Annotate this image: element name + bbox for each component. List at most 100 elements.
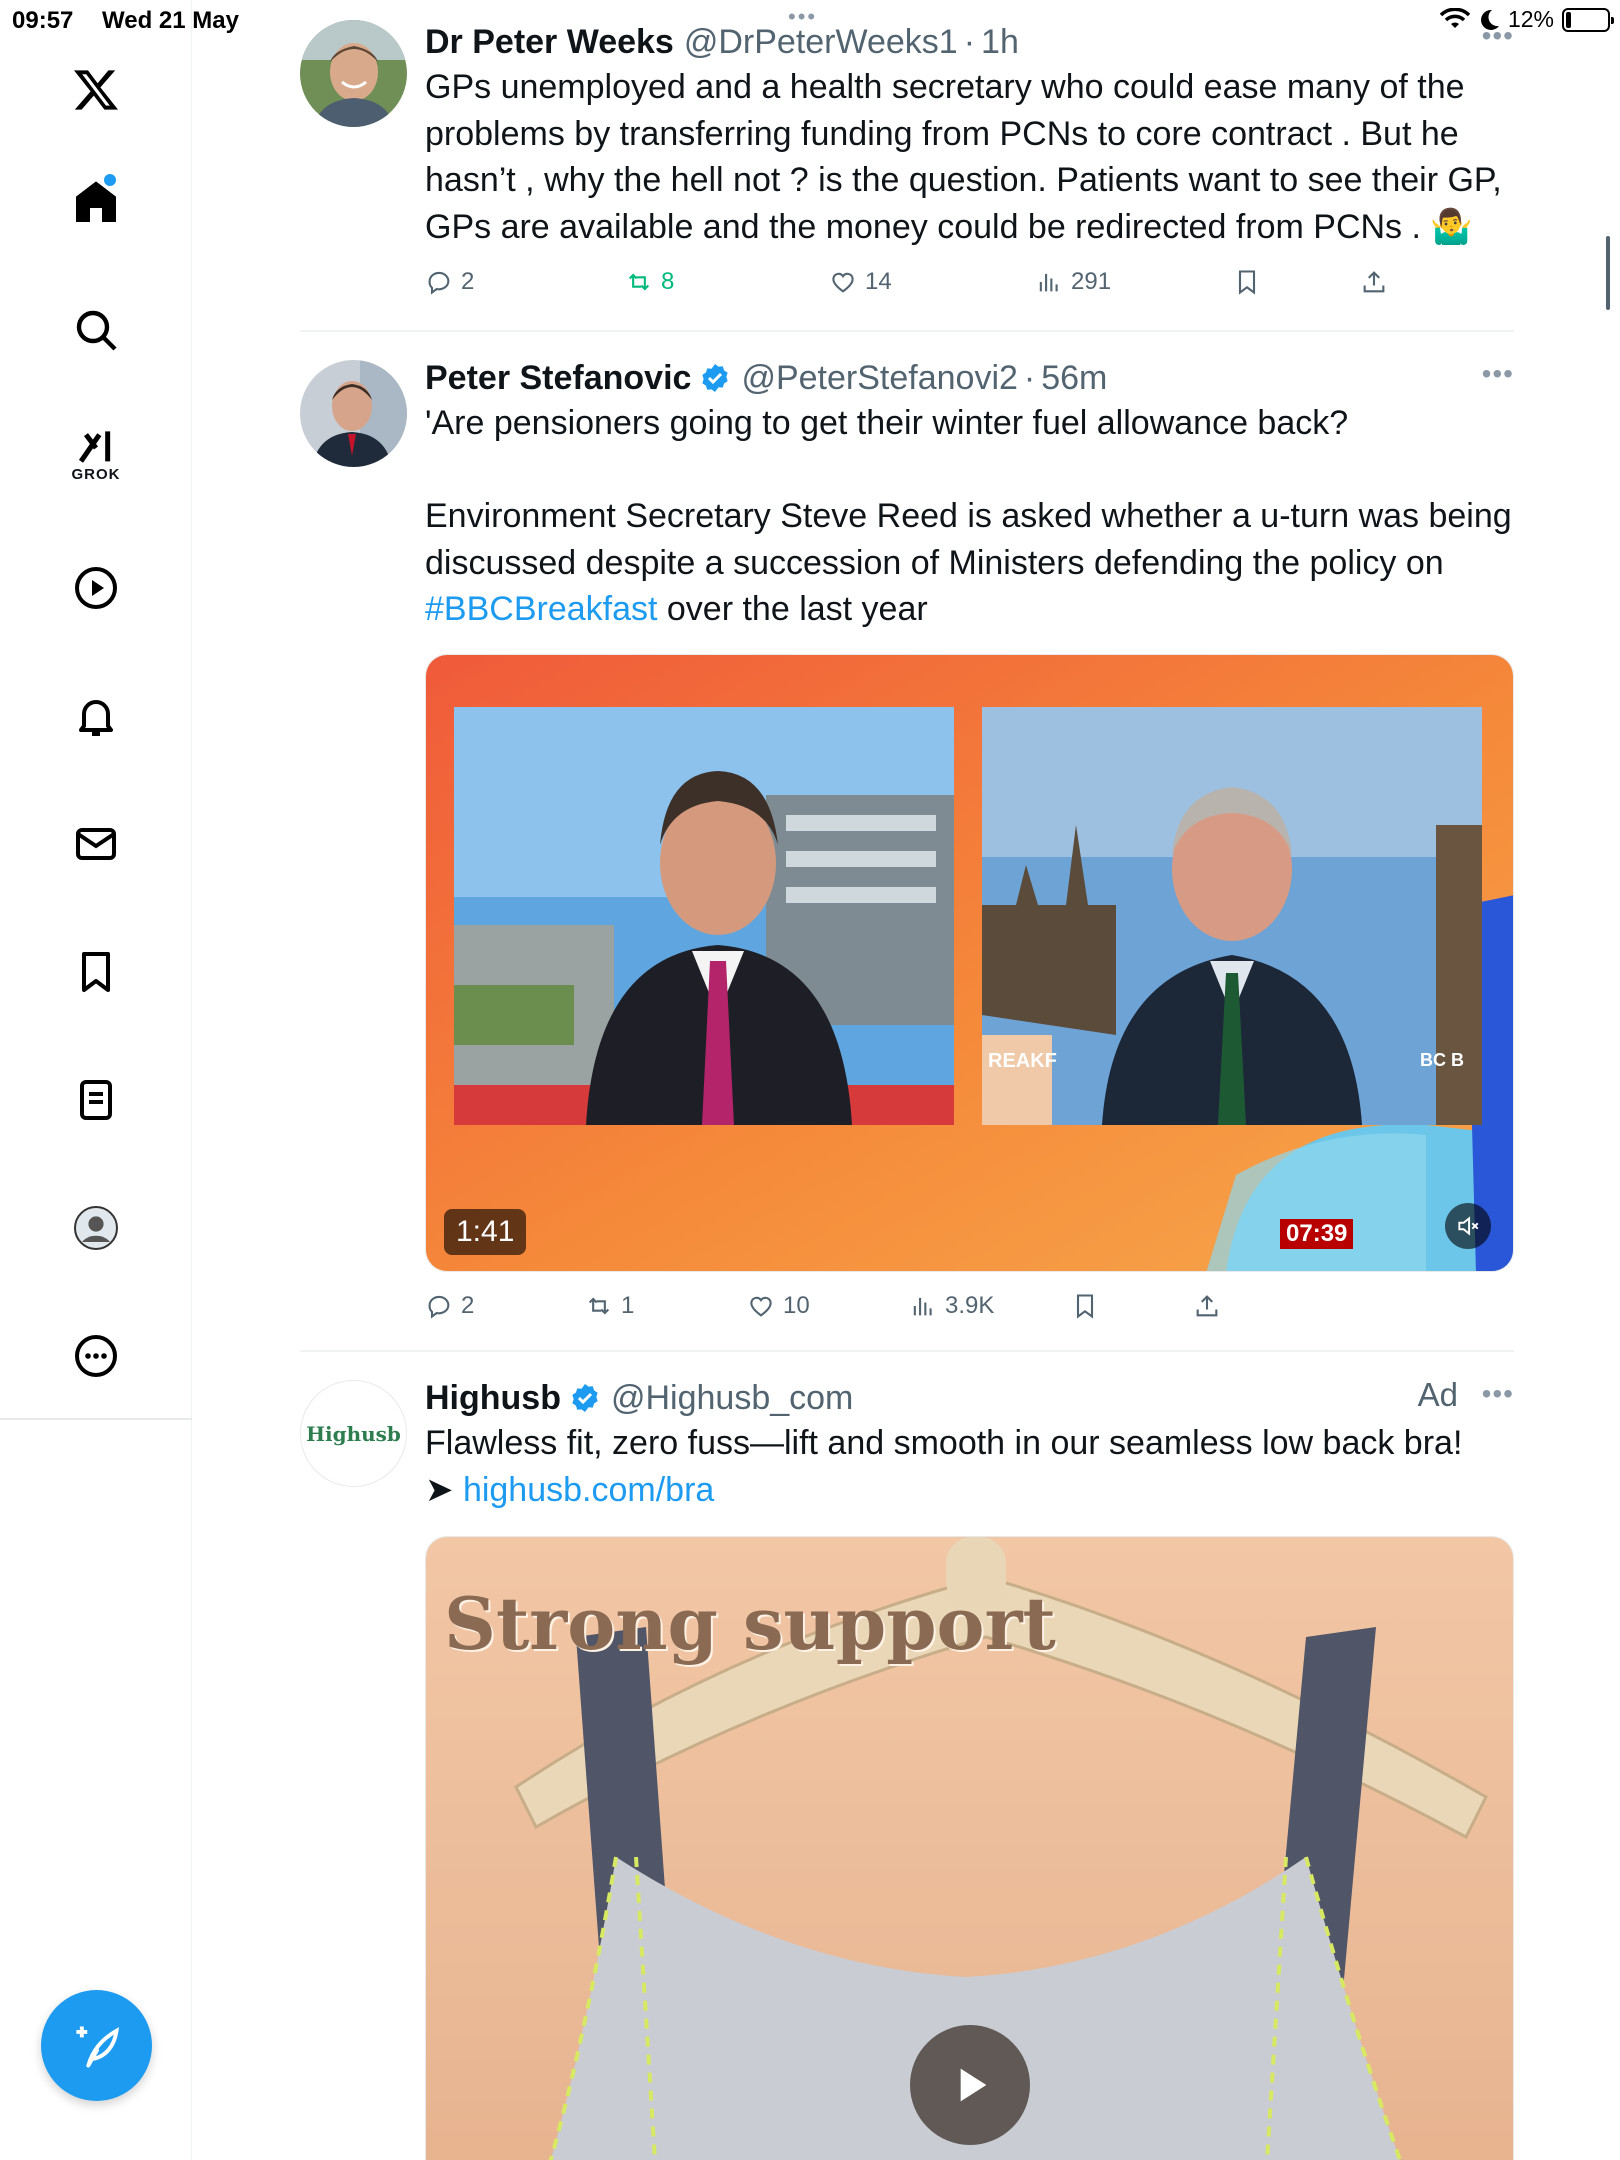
battery-level xyxy=(1566,11,1571,28)
author-name[interactable]: Highusb xyxy=(425,1379,561,1418)
repost-icon xyxy=(588,1297,610,1315)
ad-tweet[interactable]: Highusb Highusb @Highusb_com Ad ••• Flaw… xyxy=(300,1376,1514,2160)
tweet-time[interactable]: 1h xyxy=(981,23,1019,62)
tweet-more-icon[interactable]: ••• xyxy=(1482,1378,1514,1410)
tweet-text-line: hasn’t , why the hell not ? is the quest… xyxy=(425,161,1502,199)
repost-count: 1 xyxy=(621,1292,635,1319)
envelope-icon[interactable] xyxy=(56,804,136,884)
tweet-text-line: problems by transferring funding from PC… xyxy=(425,114,1459,153)
tweet-header: Highusb @Highusb_com xyxy=(425,1376,1514,1420)
author-name[interactable]: Peter Stefanovic xyxy=(425,359,691,398)
avatar[interactable] xyxy=(300,20,407,127)
share-button[interactable] xyxy=(1193,1292,1221,1320)
tweet-separator xyxy=(300,1350,1514,1352)
reply-icon xyxy=(428,271,450,295)
reply-count: 2 xyxy=(461,1292,475,1319)
more-options-icon[interactable] xyxy=(56,1316,136,1396)
reply-button[interactable]: 2 xyxy=(425,268,474,296)
grok-label: GROK xyxy=(71,465,121,483)
video-player[interactable]: 1:41 07:39 REAKF BC B xyxy=(425,654,1514,1272)
tweet-actions: 2 1 10 3.9K xyxy=(425,1292,1514,1332)
verified-badge-icon xyxy=(572,1384,598,1412)
bookmark-button[interactable] xyxy=(1071,1292,1099,1320)
bookmark-icon[interactable] xyxy=(56,932,136,1012)
reply-button[interactable]: 2 xyxy=(425,1292,474,1320)
ad-video[interactable]: Strong support xyxy=(425,1536,1514,2160)
tweet[interactable]: Dr Peter Weeks @DrPeterWeeks1 · 1h ••• G… xyxy=(300,20,1514,330)
tweet-more-icon[interactable]: ••• xyxy=(1482,20,1514,52)
author-name[interactable]: Dr Peter Weeks xyxy=(425,23,674,62)
tweet-text-line: Flawless fit, zero fuss—lift and smooth … xyxy=(425,1424,1463,1462)
separator-dot: · xyxy=(963,22,976,61)
ad-link[interactable]: highusb.com/bra xyxy=(463,1471,714,1509)
battery-percent: 12% xyxy=(1507,6,1554,32)
tweet-text-line: GPs unemployed and a health secretary wh… xyxy=(425,68,1465,106)
tweet[interactable]: Peter Stefanovic @PeterStefanovi2 · 56m … xyxy=(300,356,1514,1346)
author-handle[interactable]: @DrPeterWeeks1 xyxy=(684,23,958,62)
views-chart-icon xyxy=(1039,273,1058,292)
tweet-text: 'Are pensioners going to get their winte… xyxy=(425,400,1514,633)
tweet-separator xyxy=(300,330,1514,332)
play-button[interactable] xyxy=(910,2025,1030,2145)
tweet-text-line: ➤ highusb.com/bra xyxy=(425,1467,1514,1514)
reply-icon xyxy=(428,1295,450,1319)
verified-badge-icon xyxy=(702,364,729,392)
view-count: 291 xyxy=(1071,268,1112,295)
home-icon[interactable] xyxy=(56,162,136,242)
video-caption-text: REAKF xyxy=(988,1050,1057,1072)
brand-logo-text: Highusb xyxy=(306,1421,401,1446)
profile-avatar-icon[interactable] xyxy=(56,1188,136,1268)
reply-count: 2 xyxy=(461,268,475,295)
tweet-time[interactable]: 56m xyxy=(1041,359,1107,398)
list-icon[interactable] xyxy=(56,1060,136,1140)
bookmark-icon xyxy=(1238,270,1256,295)
mute-button[interactable] xyxy=(1445,1203,1491,1249)
author-handle[interactable]: @Highusb_com xyxy=(611,1379,853,1418)
bookmark-button[interactable] xyxy=(1233,268,1261,296)
share-icon xyxy=(1363,271,1385,293)
views-button[interactable]: 291 xyxy=(1035,268,1111,296)
sidebar: GROK xyxy=(0,0,192,2160)
repost-icon xyxy=(628,273,650,291)
author-handle[interactable]: @PeterStefanovi2 xyxy=(741,359,1017,398)
search-icon[interactable] xyxy=(56,290,136,370)
like-button[interactable]: 10 xyxy=(747,1292,810,1320)
heart-icon xyxy=(832,272,854,293)
heart-icon xyxy=(750,1296,772,1317)
views-button[interactable]: 3.9K xyxy=(909,1292,994,1320)
ad-label: Ad xyxy=(1417,1376,1458,1413)
avatar[interactable]: Highusb xyxy=(300,1380,407,1487)
like-button[interactable]: 14 xyxy=(829,268,892,296)
bookmark-icon xyxy=(1076,1294,1094,1319)
x-logo-icon[interactable] xyxy=(56,50,136,130)
repost-button[interactable]: 1 xyxy=(585,1292,634,1320)
bell-icon[interactable] xyxy=(56,676,136,756)
arrow-glyph: ➤ xyxy=(425,1470,463,1509)
compose-button[interactable] xyxy=(41,1990,152,2101)
video-duration: 1:41 xyxy=(444,1209,527,1255)
tweet-text-line: GPs are available and the money could be… xyxy=(425,207,1473,246)
sidebar-divider xyxy=(0,1418,192,1420)
repost-button[interactable]: 8 xyxy=(625,268,674,296)
scrollbar[interactable] xyxy=(1606,236,1610,310)
video-play-icon[interactable] xyxy=(56,548,136,628)
broadcast-clock: 07:39 xyxy=(1280,1219,1354,1249)
tweet-text-rest: over the last year xyxy=(657,590,928,628)
separator-dot: · xyxy=(1023,358,1036,397)
tweet-more-icon[interactable]: ••• xyxy=(1482,358,1514,390)
compose-feather-icon xyxy=(75,2026,119,2067)
view-count: 3.9K xyxy=(945,1292,995,1319)
hashtag-link[interactable]: #BBCBreakfast xyxy=(425,590,657,628)
share-button[interactable] xyxy=(1360,268,1388,296)
grok-icon[interactable]: GROK xyxy=(56,415,136,495)
notification-dot xyxy=(104,174,116,186)
tweet-header: Dr Peter Weeks @DrPeterWeeks1 · 1h xyxy=(425,20,1514,64)
views-chart-icon xyxy=(913,1297,932,1316)
tweet-actions: 2 8 14 291 xyxy=(425,268,1514,308)
avatar[interactable] xyxy=(300,360,407,467)
like-count: 10 xyxy=(783,1292,810,1319)
tweet-text-line: discussed despite a succession of Minist… xyxy=(425,543,1444,582)
tweet-text-line: 'Are pensioners going to get their winte… xyxy=(425,404,1349,442)
play-icon xyxy=(960,2068,987,2102)
battery-icon xyxy=(1562,7,1614,32)
